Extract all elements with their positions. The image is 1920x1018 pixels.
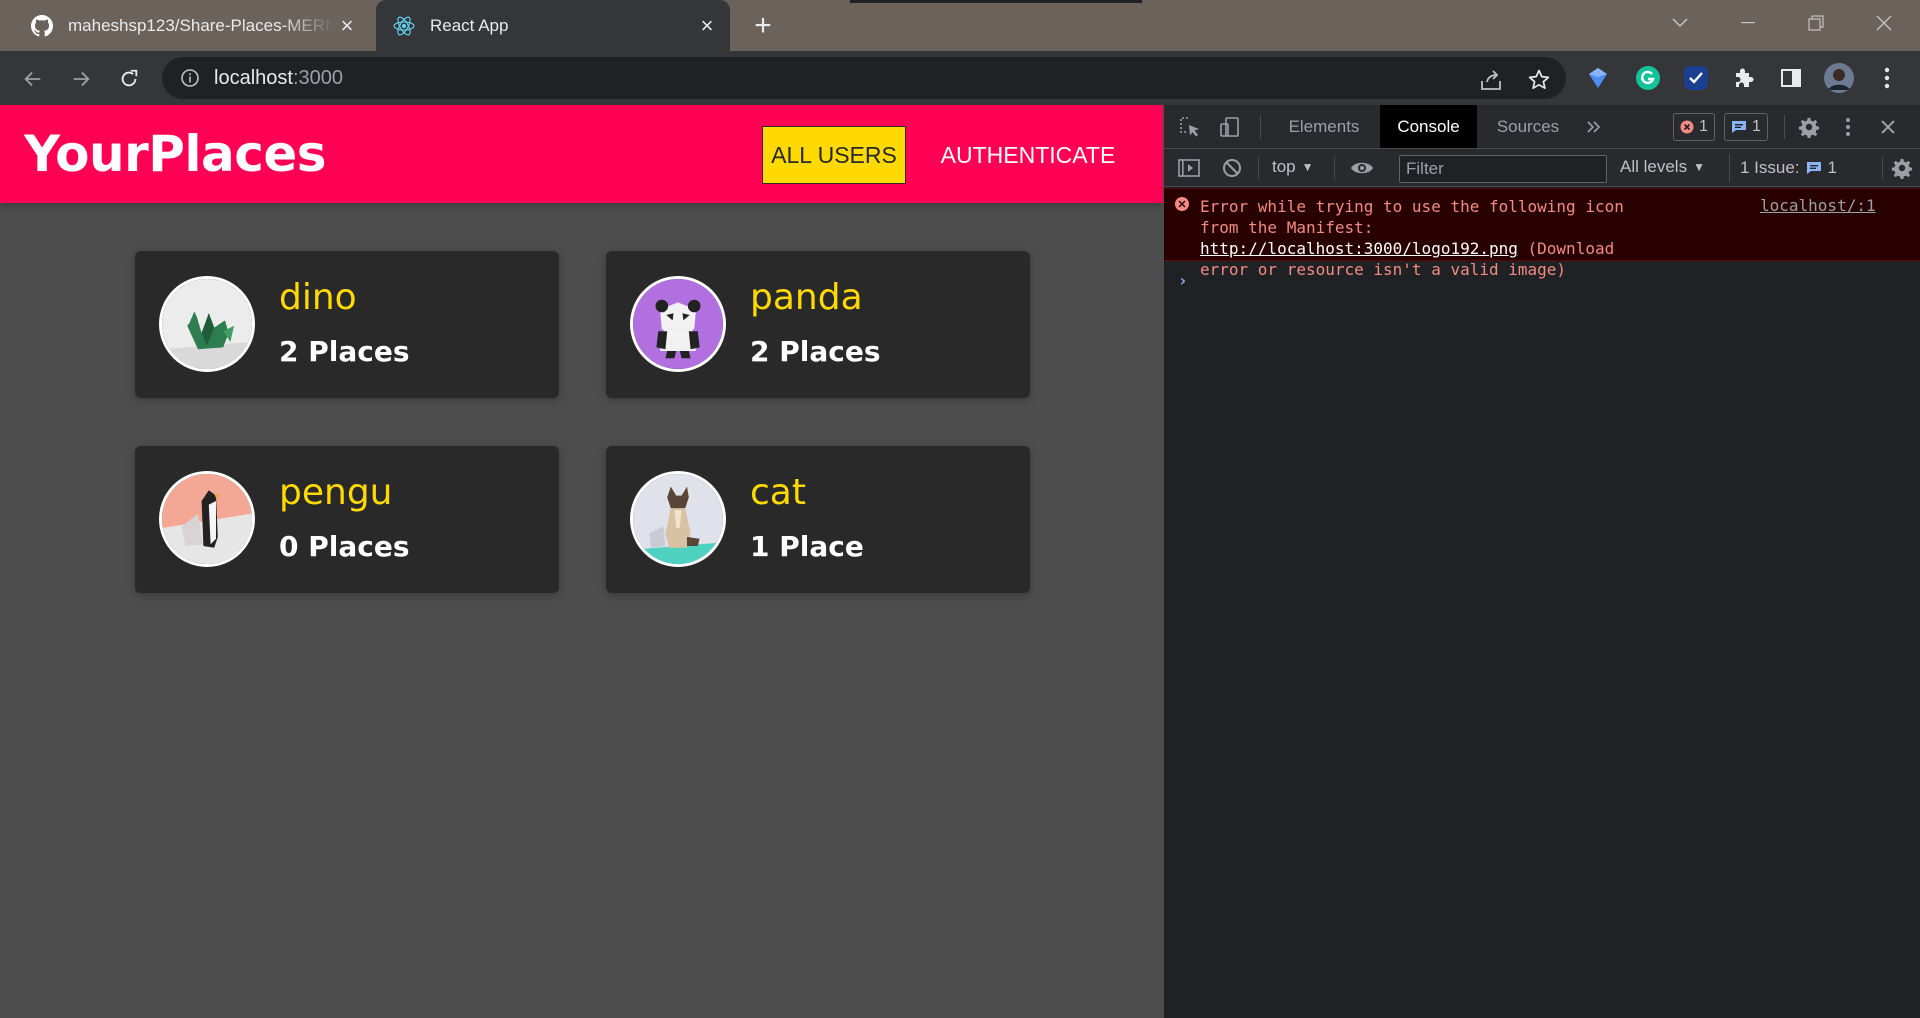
user-name: pengu xyxy=(279,472,393,513)
minimize-icon[interactable] xyxy=(1726,8,1770,38)
devtools-separator xyxy=(1258,157,1259,179)
error-text-before: Error while trying to use the following … xyxy=(1200,197,1624,237)
user-card-pengu[interactable]: pengu 0 Places xyxy=(135,446,559,593)
dropdown-arrow-icon: ▼ xyxy=(1693,160,1705,174)
bookmark-star-icon[interactable] xyxy=(1526,67,1552,93)
devtools-tab-sources[interactable]: Sources xyxy=(1477,105,1579,148)
browser-toolbar: localhost:3000 xyxy=(0,51,1920,105)
devtools-separator xyxy=(1334,157,1335,179)
user-name: cat xyxy=(750,472,806,513)
user-card-dino[interactable]: dino 2 Places xyxy=(135,251,559,398)
user-card-cat[interactable]: cat 1 Place xyxy=(606,446,1030,593)
console-error-message: ✕ Error while trying to use the followin… xyxy=(1164,188,1920,279)
more-tabs-chevron-icon[interactable] xyxy=(1580,113,1608,141)
clear-console-icon[interactable] xyxy=(1218,154,1246,182)
close-window-icon[interactable] xyxy=(1862,8,1906,38)
browser-tab-react-app[interactable]: React App × xyxy=(376,0,730,51)
profile-avatar[interactable] xyxy=(1824,63,1854,93)
extensions-puzzle-icon[interactable] xyxy=(1729,63,1759,93)
browser-menu-icon[interactable] xyxy=(1872,63,1902,93)
devtools-panel: Elements Console Sources 1 1 top ▼ Filte… xyxy=(1163,105,1920,1018)
user-place-count: 2 Places xyxy=(279,335,410,368)
error-count: 1 xyxy=(1699,118,1708,135)
url-host: localhost xyxy=(214,66,293,89)
devtools-tab-elements[interactable]: Elements xyxy=(1268,105,1380,148)
checkmark-extension-icon[interactable] xyxy=(1681,63,1711,93)
share-icon[interactable] xyxy=(1478,67,1504,93)
message-count-badge[interactable]: 1 xyxy=(1724,113,1768,141)
error-text: Error while trying to use the following … xyxy=(1200,196,1630,280)
browser-tab-github[interactable]: maheshsp123/Share-Places-MERN × xyxy=(14,0,370,51)
issues-count: 1 xyxy=(1827,158,1838,177)
app-page: YourPlaces ALL USERS AUTHENTICATE dino 2… xyxy=(0,105,1163,1018)
tab-title: React App xyxy=(430,15,509,35)
devtools-settings-gear-icon[interactable] xyxy=(1795,113,1823,141)
user-name: dino xyxy=(279,277,357,318)
message-icon xyxy=(1732,121,1746,133)
log-levels-label: All levels xyxy=(1620,157,1688,176)
nav-all-users[interactable]: ALL USERS xyxy=(762,126,906,184)
user-avatar-cat xyxy=(630,471,726,567)
url-port: :3000 xyxy=(292,66,343,89)
restore-icon[interactable] xyxy=(1794,8,1838,38)
user-name: panda xyxy=(750,277,863,318)
site-info-icon[interactable] xyxy=(180,68,200,88)
message-count: 1 xyxy=(1752,118,1761,135)
user-place-count: 2 Places xyxy=(750,335,881,368)
app-logo-title[interactable]: YourPlaces xyxy=(24,125,327,183)
inspect-element-icon[interactable] xyxy=(1176,113,1204,141)
error-count-badge[interactable]: 1 xyxy=(1673,113,1715,141)
close-tab-icon[interactable]: × xyxy=(334,13,360,39)
device-toolbar-icon[interactable] xyxy=(1216,113,1244,141)
back-arrow-icon[interactable] xyxy=(17,63,49,95)
user-avatar-pengu xyxy=(159,471,255,567)
devtools-tabbar: Elements Console Sources 1 1 xyxy=(1164,105,1920,149)
context-label: top xyxy=(1272,157,1296,176)
user-place-count: 0 Places xyxy=(279,530,410,563)
context-selector[interactable]: top ▼ xyxy=(1272,157,1314,177)
reload-icon[interactable] xyxy=(113,63,145,95)
extension-shield-icon[interactable] xyxy=(1583,63,1613,93)
log-levels-dropdown[interactable]: All levels ▼ xyxy=(1620,157,1705,177)
side-panel-icon[interactable] xyxy=(1776,63,1806,93)
close-tab-icon[interactable]: × xyxy=(694,13,720,39)
console-filter-input[interactable] xyxy=(1399,155,1607,183)
dropdown-arrow-icon: ▼ xyxy=(1301,160,1314,174)
nav-authenticate[interactable]: AUTHENTICATE xyxy=(938,126,1118,184)
grammarly-icon[interactable] xyxy=(1633,63,1663,93)
user-avatar-dino xyxy=(159,276,255,372)
live-expression-eye-icon[interactable] xyxy=(1348,154,1376,182)
console-prompt[interactable]: › xyxy=(1178,271,1188,290)
app-header: YourPlaces ALL USERS AUTHENTICATE xyxy=(0,105,1163,203)
error-source-link[interactable]: localhost/:1 xyxy=(1760,196,1876,215)
console-toolbar: top ▼ All levels ▼ 1 Issue: 1 xyxy=(1164,149,1920,187)
error-icon xyxy=(1680,120,1694,134)
new-tab-icon[interactable]: + xyxy=(747,10,779,42)
devtools-separator xyxy=(1260,115,1261,139)
devtools-tab-console[interactable]: Console xyxy=(1380,105,1477,148)
address-bar[interactable]: localhost:3000 xyxy=(162,57,1566,99)
issues-counter[interactable]: 1 Issue: 1 xyxy=(1729,154,1837,182)
tab-title: maheshsp123/Share-Places-MERN xyxy=(68,15,334,35)
error-icon: ✕ xyxy=(1175,197,1189,211)
user-avatar-panda xyxy=(630,276,726,372)
issues-label: 1 Issue: xyxy=(1740,158,1800,177)
user-card-panda[interactable]: panda 2 Places xyxy=(606,251,1030,398)
forward-arrow-icon[interactable] xyxy=(65,63,97,95)
console-settings-gear-icon[interactable] xyxy=(1888,154,1916,182)
devtools-separator xyxy=(1784,115,1785,139)
devtools-separator xyxy=(1882,157,1883,179)
github-icon xyxy=(30,14,54,38)
tab-search-icon[interactable] xyxy=(1658,8,1702,38)
user-place-count: 1 Place xyxy=(750,530,864,563)
browser-tabstrip: maheshsp123/Share-Places-MERN × React Ap… xyxy=(0,0,1920,51)
error-resource-link[interactable]: http://localhost:3000/logo192.png xyxy=(1200,239,1518,258)
close-devtools-icon[interactable] xyxy=(1874,113,1902,141)
tabstrip-shadow xyxy=(850,0,1142,3)
react-icon xyxy=(392,14,416,38)
show-sidebar-icon[interactable] xyxy=(1175,154,1203,182)
issue-message-icon xyxy=(1806,162,1821,174)
devtools-menu-icon[interactable] xyxy=(1834,113,1862,141)
